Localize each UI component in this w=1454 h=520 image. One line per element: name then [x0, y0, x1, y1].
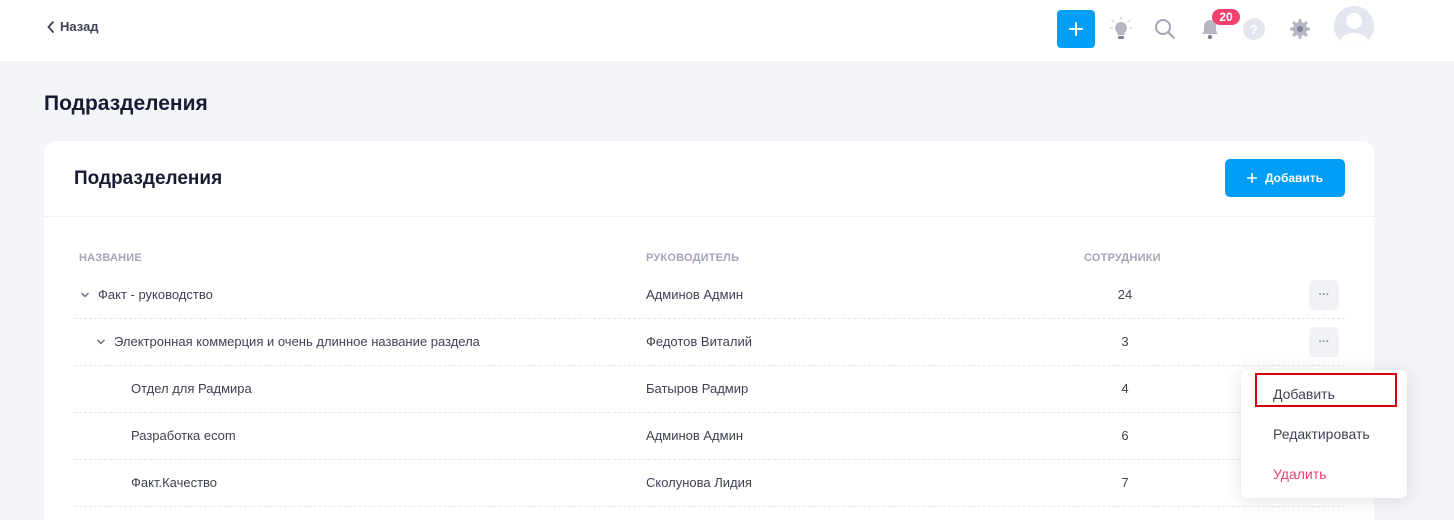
- department-name: Электронная коммерция и очень длинное на…: [114, 334, 480, 349]
- column-header-employees[interactable]: СОТРУДНИКИ: [1084, 252, 1161, 264]
- plus-icon: [1069, 22, 1083, 36]
- department-name-cell: Факт.Качество: [131, 475, 217, 490]
- department-name-cell: Отдел для Радмира: [131, 381, 252, 396]
- user-avatar[interactable]: [1334, 6, 1374, 46]
- department-name: Отдел для Радмира: [131, 381, 252, 396]
- department-name: Разработка ecom: [131, 428, 236, 443]
- card-divider: [44, 216, 1374, 217]
- table-row[interactable]: Факт - руководство Админов Админ 24 ···: [74, 272, 1345, 319]
- back-label: Назад: [60, 19, 99, 34]
- employee-count-cell: 6: [1121, 428, 1129, 443]
- employee-count-cell: 7: [1121, 475, 1129, 490]
- notification-badge: 20: [1212, 9, 1240, 25]
- chevron-down-icon[interactable]: [80, 291, 90, 299]
- help-button[interactable]: ?: [1243, 18, 1265, 40]
- ideas-button[interactable]: [1108, 15, 1134, 43]
- department-name: Факт - руководство: [98, 287, 213, 302]
- manager-cell: Админов Админ: [646, 287, 744, 302]
- employee-count-cell: 3: [1121, 334, 1129, 349]
- gear-icon: [1290, 19, 1310, 39]
- card-title: Подразделения: [74, 168, 223, 189]
- page-title: Подразделения: [44, 92, 208, 115]
- add-department-button[interactable]: Добавить: [1225, 159, 1345, 197]
- menu-item-edit[interactable]: Редактировать: [1273, 426, 1370, 442]
- row-actions-button[interactable]: ···: [1309, 280, 1339, 310]
- table-row[interactable]: Факт.Качество Сколунова Лидия 7: [74, 460, 1345, 507]
- manager-cell: Сколунова Лидия: [646, 475, 752, 490]
- add-button-label: Добавить: [1264, 171, 1324, 185]
- table-row[interactable]: Отдел для Радмира Батыров Радмир 4: [74, 366, 1345, 413]
- settings-button[interactable]: [1287, 16, 1313, 42]
- chevron-down-icon[interactable]: [96, 338, 106, 346]
- department-name-cell: Разработка ecom: [131, 428, 236, 443]
- manager-cell: Батыров Радмир: [646, 381, 749, 396]
- manager-cell: Федотов Виталий: [646, 334, 752, 349]
- departments-card: Подразделения Добавить НАЗВАНИЕ РУКОВОДИ…: [44, 141, 1374, 520]
- employee-count-cell: 4: [1121, 381, 1129, 396]
- search-icon: [1155, 19, 1175, 39]
- table-row[interactable]: Электронная коммерция и очень длинное на…: [74, 319, 1345, 366]
- table-row[interactable]: Разработка ecom Админов Админ 6: [74, 413, 1345, 460]
- menu-item-delete[interactable]: Удалить: [1273, 466, 1326, 482]
- column-header-manager[interactable]: РУКОВОДИТЕЛЬ: [646, 252, 739, 264]
- lightbulb-icon: [1109, 16, 1133, 39]
- user-avatar-icon: [1338, 13, 1370, 46]
- department-name-cell: Электронная коммерция и очень длинное на…: [96, 334, 480, 349]
- search-button[interactable]: [1152, 15, 1178, 43]
- department-name: Факт.Качество: [131, 475, 218, 490]
- highlight-outline: [1255, 373, 1397, 407]
- row-actions-button[interactable]: ···: [1309, 327, 1339, 357]
- quick-create-button[interactable]: [1057, 10, 1095, 48]
- help-icon: ?: [1250, 21, 1258, 37]
- back-link[interactable]: Назад: [46, 19, 99, 34]
- employee-count-cell: 24: [1117, 287, 1133, 302]
- plus-icon: [1246, 173, 1257, 183]
- top-header: Назад 20 ?: [0, 0, 1454, 61]
- manager-cell: Админов Админ: [646, 428, 744, 443]
- column-header-name[interactable]: НАЗВАНИЕ: [79, 252, 142, 264]
- chevron-left-icon: [47, 20, 54, 33]
- department-name-cell: Факт - руководство: [80, 287, 213, 302]
